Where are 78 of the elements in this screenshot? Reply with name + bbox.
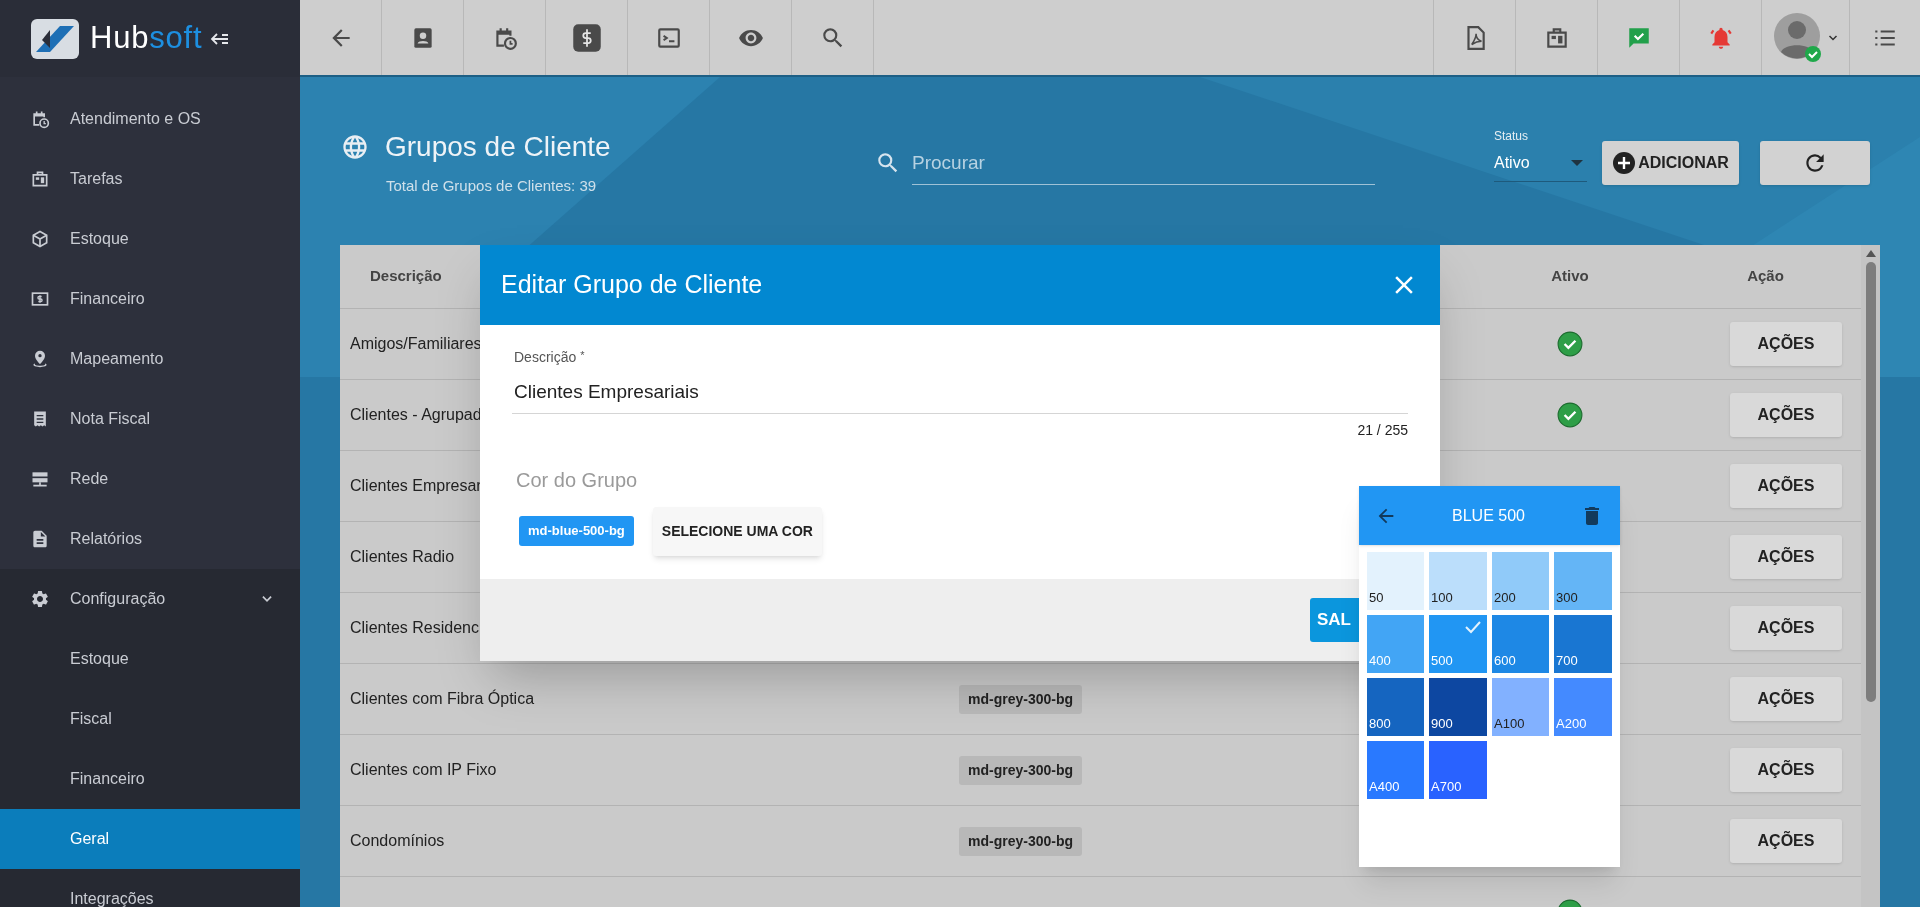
settings-icon (30, 589, 50, 609)
sidebar-item[interactable]: Configuração (0, 569, 300, 629)
calendar-clock-icon (30, 109, 50, 129)
table-cell: Condomínios (350, 832, 445, 849)
logo-text: Hubsoft (90, 19, 203, 58)
actions-button[interactable]: AÇÕES (1730, 464, 1842, 508)
description-field[interactable]: Descrição * Clientes Empresariais (512, 347, 1408, 414)
dropdown-icon (1571, 159, 1583, 166)
status-select[interactable]: Ativo (1494, 144, 1587, 182)
color-tag: md-grey-300-bg (959, 826, 1083, 856)
column-header: Ação (1746, 266, 1785, 287)
sidebar-item[interactable]: Financeiro (0, 269, 300, 329)
color-swatch[interactable]: 600 (1492, 615, 1549, 673)
color-swatch[interactable]: 50 (1367, 552, 1424, 610)
actions-button[interactable]: AÇÕES (1730, 819, 1842, 863)
money-icon (30, 289, 50, 309)
color-swatch[interactable]: 900 (1429, 678, 1487, 736)
sidebar-subitem[interactable]: Estoque (0, 629, 300, 689)
select-color-button[interactable]: SELECIONE UMA COR (652, 506, 822, 556)
color-tag: md-grey-300-bg (959, 755, 1083, 785)
add-button[interactable]: ADICIONAR (1602, 141, 1739, 185)
actions-button[interactable]: AÇÕES (1730, 606, 1842, 650)
actions-button[interactable]: AÇÕES (1730, 535, 1842, 579)
column-header: Ativo (1550, 266, 1590, 287)
section-title: Cor do Grupo (516, 467, 639, 493)
scrollbar-thumb[interactable] (1865, 262, 1876, 702)
color-swatch[interactable]: A400 (1367, 741, 1424, 799)
color-swatch[interactable]: A100 (1492, 678, 1549, 736)
cube-icon (30, 229, 50, 249)
document-icon (30, 529, 50, 549)
refresh-button[interactable] (1760, 141, 1870, 185)
picker-title: BLUE 500 (1452, 505, 1525, 526)
color-swatch[interactable]: A700 (1429, 741, 1487, 799)
sidebar-item[interactable]: Relatórios (0, 509, 300, 569)
plus-circle-icon (1612, 151, 1637, 175)
color-swatch[interactable]: 800 (1367, 678, 1424, 736)
table-cell: Amigos/Familiares (350, 335, 482, 352)
collapse-icon[interactable] (210, 30, 231, 47)
logo-icon (30, 17, 80, 60)
table-cell: Clientes Empresar (350, 477, 482, 494)
sidebar-item[interactable]: Mapeamento (0, 329, 300, 389)
sidebar-subitem[interactable]: Fiscal (0, 689, 300, 749)
sidebar-item[interactable]: Atendimento e OS (0, 89, 300, 149)
actions-button[interactable]: AÇÕES (1730, 748, 1842, 792)
color-swatch[interactable]: 100 (1429, 552, 1487, 610)
table-cell: Clientes Radio (350, 548, 455, 565)
server-icon (30, 469, 50, 489)
actions-button[interactable]: AÇÕES (1730, 677, 1842, 721)
scrollbar[interactable] (1861, 245, 1880, 907)
actions-button[interactable]: AÇÕES (1730, 393, 1842, 437)
sidebar-subitem[interactable]: Integrações (0, 869, 300, 907)
sidebar-subitem[interactable]: Geral (0, 809, 300, 869)
page-title: Grupos de Cliente (385, 130, 611, 164)
color-swatch[interactable]: 200 (1492, 552, 1549, 610)
actions-button[interactable]: AÇÕES (1730, 322, 1842, 366)
dialog-title: Editar Grupo de Cliente (501, 269, 763, 301)
color-swatch[interactable]: 300 (1554, 552, 1612, 610)
color-swatch[interactable]: 700 (1554, 615, 1612, 673)
sidebar-item[interactable]: Rede (0, 449, 300, 509)
page-subtitle: Total de Grupos de Clientes: 39 (386, 176, 598, 196)
sidebar-item[interactable]: Estoque (0, 209, 300, 269)
status-label: Status (1494, 128, 1530, 142)
sidebar-item[interactable]: Tarefas (0, 149, 300, 209)
character-counter: 21 / 255 (1357, 420, 1408, 440)
table-cell: Clientes Residenci (350, 619, 483, 636)
search-field[interactable]: Procurar (912, 141, 1375, 185)
column-header: Descrição (370, 266, 442, 287)
globe-icon (341, 133, 369, 161)
table-cell: Clientes com IP Fixo (350, 761, 497, 778)
scroll-up-icon[interactable] (1864, 249, 1877, 258)
color-tag: md-grey-300-bg (959, 684, 1083, 714)
table-cell: Clientes - Agrupad (350, 406, 482, 423)
sidebar-item[interactable]: Nota Fiscal (0, 389, 300, 449)
dollar-icon[interactable] (571, 22, 602, 53)
building-icon (30, 169, 50, 189)
color-tag: md-blue-500-bg (519, 516, 634, 546)
sidebar-subitem[interactable]: Financeiro (0, 749, 300, 809)
table-cell: Clientes com Fibra Óptica (350, 690, 535, 707)
